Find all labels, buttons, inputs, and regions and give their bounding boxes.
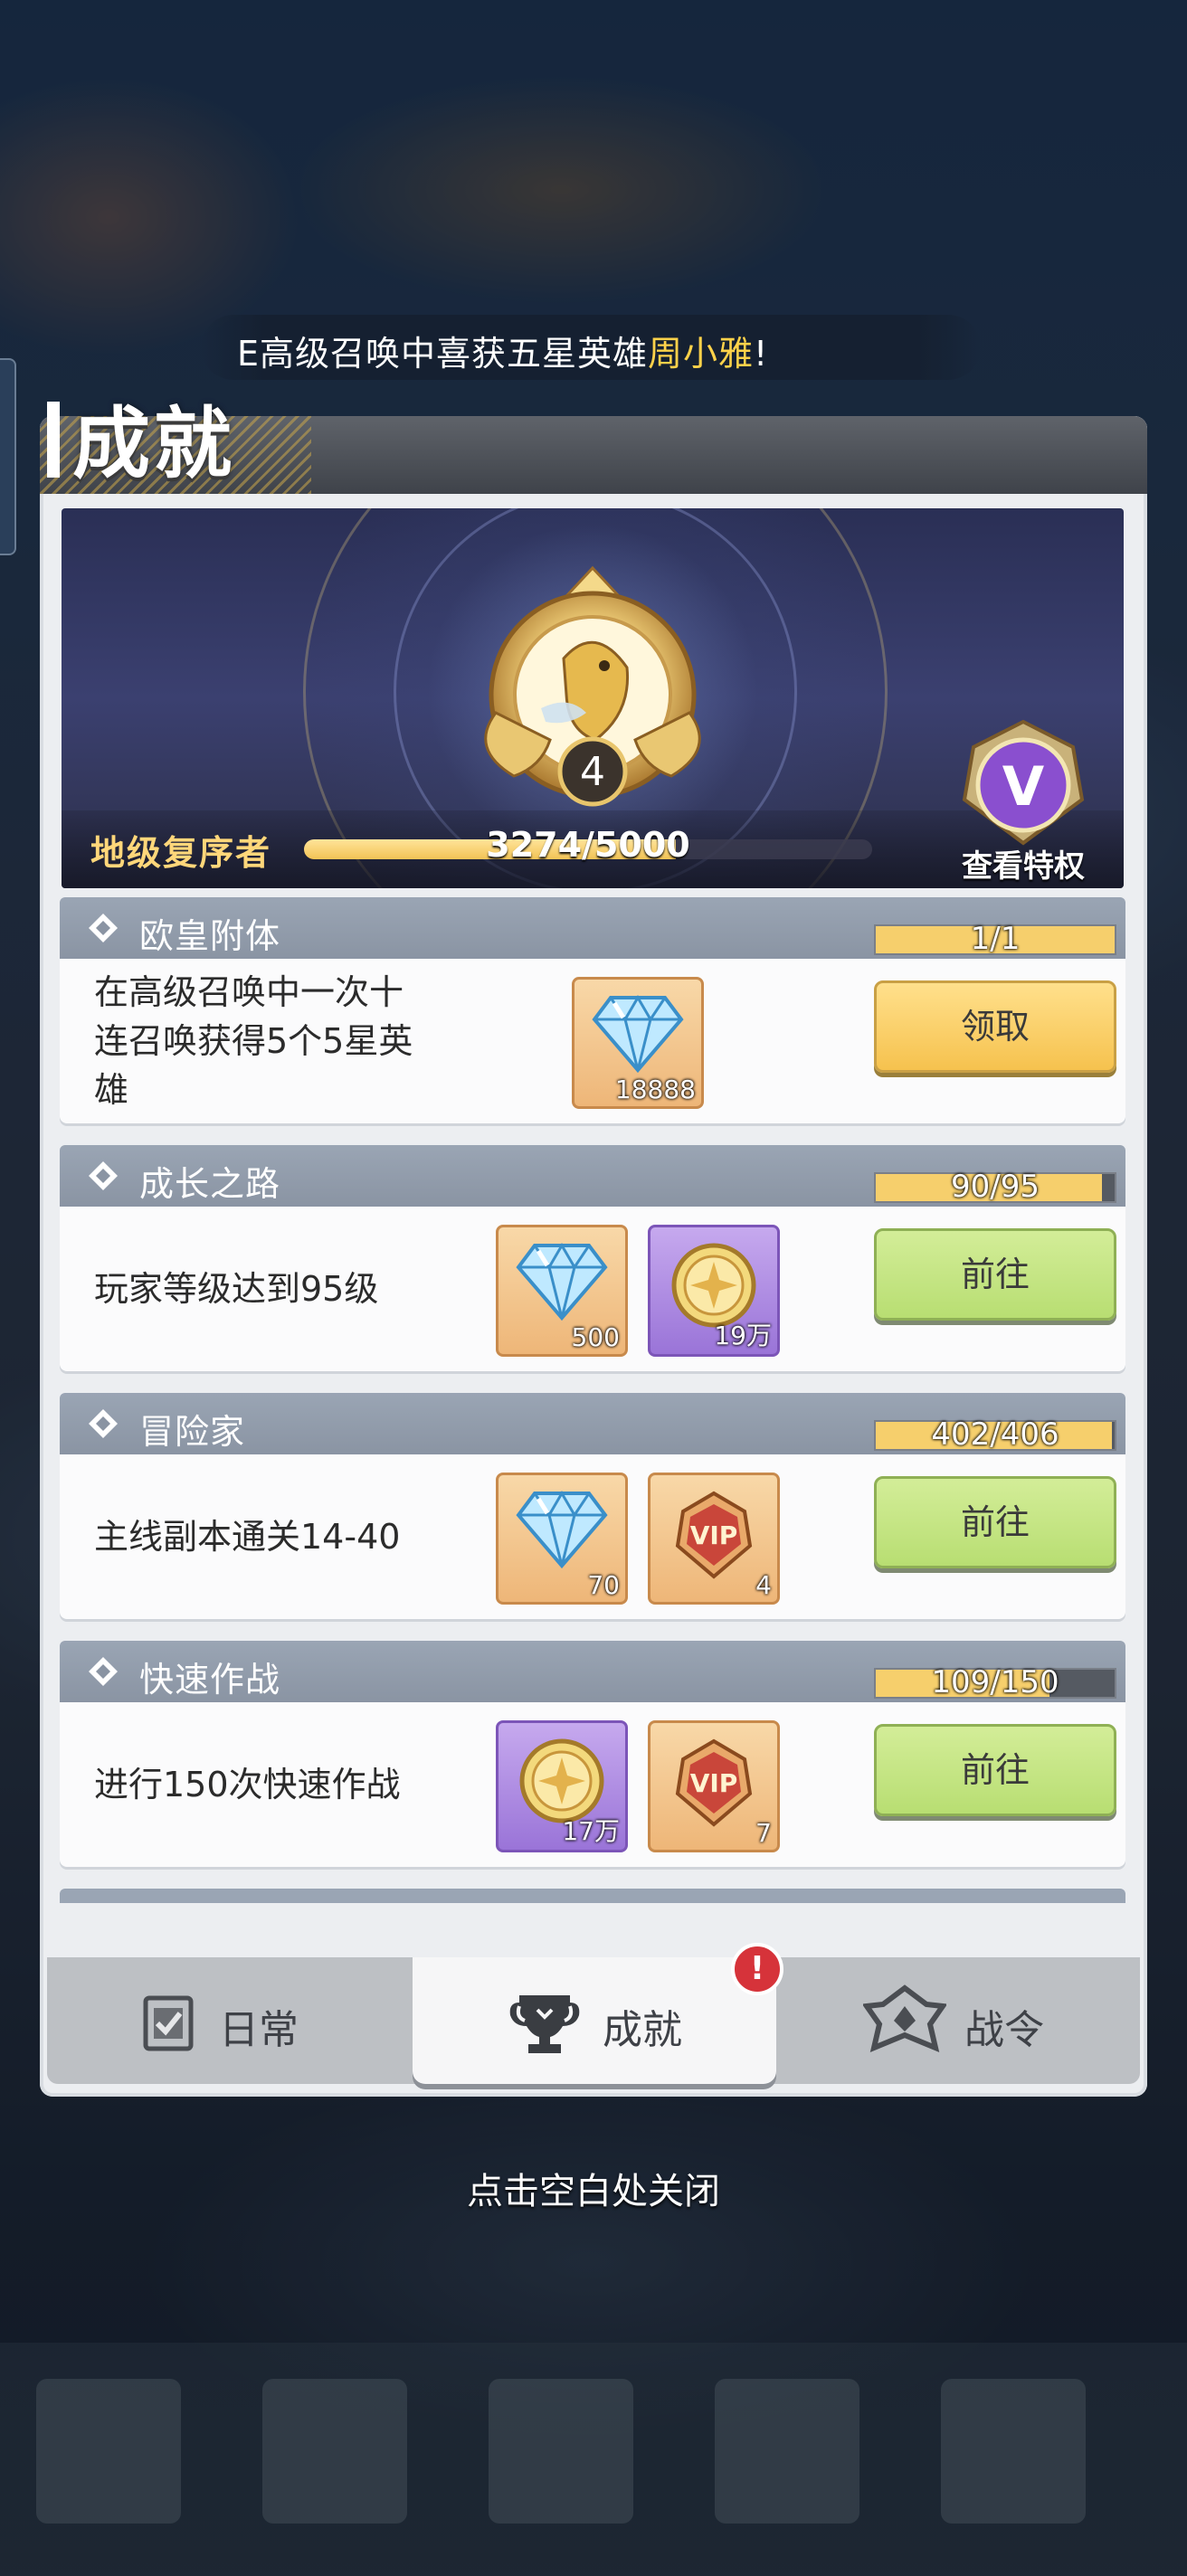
rank-medal-icon: 4 [484,565,701,807]
checklist-icon [143,1995,194,2051]
achievement-category-name: 冒险家 [139,1412,246,1452]
tab-battle-pass-label: 战令 [964,2007,1044,2053]
reward-slot[interactable]: VIP 7 [648,1720,780,1852]
tab-achievements[interactable]: 成就 [413,1957,776,2084]
broadcast-marquee: E高级召唤中喜获五星英雄周小雅! [201,315,981,380]
reward-count: 19万 [714,1321,772,1350]
achievement-description: 在高级召唤中一次十 连召唤获得5个5星英雄 [94,968,413,1114]
achievement-item: 快速作战进行150次快速作战 17万 VIP 7 109/150 前往 [60,1641,1125,1872]
hud-slot [36,2379,181,2524]
go-button[interactable]: 前往 [874,1476,1116,1568]
vip-letter: V [1002,755,1045,819]
rank-name: 地级复序者 [90,833,272,873]
go-button[interactable]: 前往 [874,1724,1116,1816]
achievement-rank-banner: 4 地级复序者 3274/5000 V 查看特权 [62,508,1124,888]
achievement-category-name: 成长之路 [139,1164,281,1204]
hud-slot [262,2379,407,2524]
tab-achievements-label: 成就 [603,2007,682,2053]
vip-badge-icon: VIP [675,1491,753,1579]
hud-slot [489,2379,633,2524]
achievement-description-line: 连召唤获得5个5星英 [94,1021,413,1061]
diamond-icon [516,1491,608,1569]
vip-badge-icon: VIP [675,1738,753,1827]
tab-battle-pass[interactable]: 战令 [780,1957,1140,2084]
achievement-progress-text: 90/95 [951,1169,1040,1205]
hud-slot [941,2379,1086,2524]
title-bar-decoration [47,402,60,478]
reward-count: 17万 [562,1816,620,1846]
view-privileges-label: 查看特权 [962,848,1085,885]
achievement-body: 进行150次快速作战 17万 VIP 7 109/150 前往 [60,1664,1125,1867]
achievement-description: 主线副本通关14-40 [94,1512,400,1561]
reward-slot[interactable]: 19万 [648,1225,780,1357]
reward-slot[interactable]: 70 [496,1473,628,1605]
svg-text:VIP: VIP [690,1520,738,1550]
broadcast-text: E高级召唤中喜获五星英雄周小雅! [237,326,768,375]
reward-count: 4 [755,1570,772,1600]
reward-slot[interactable]: 17万 [496,1720,628,1852]
achievement-progress-text: 109/150 [931,1664,1059,1700]
panel-title: 成就 [47,380,235,489]
achievement-progress-text: 402/406 [931,1416,1059,1453]
achievement-progress-text: 1/1 [970,921,1021,957]
reward-count: 18888 [614,1075,696,1104]
trophy-icon [509,1995,580,2053]
achievement-description: 玩家等级达到95级 [94,1264,378,1313]
achievement-progress-bar: 109/150 [874,1664,1116,1700]
bottom-tab-bar: 日常 成就 战令 [47,1957,1140,2084]
achievement-description-line: 玩家等级达到95级 [94,1269,379,1309]
view-privileges-button[interactable]: V 查看特权 [937,716,1109,885]
achievement-list[interactable]: 欧皇附体 在高级召唤中一次十 连召唤获得5个5星英雄 18888 1/1 领取 成长之路 玩家… [60,897,1125,1903]
category-diamond-icon [89,1409,118,1438]
category-diamond-icon [89,1657,118,1686]
achievement-body: 在高级召唤中一次十 连召唤获得5个5星英雄 18888 1/1 领取 [60,921,1125,1123]
broadcast-suffix: ! [754,334,769,374]
diamond-icon [516,1243,608,1321]
reward-slot[interactable]: 18888 [572,977,704,1109]
achievement-description: 进行150次快速作战 [94,1760,401,1809]
go-button[interactable]: 前往 [874,1228,1116,1321]
category-diamond-icon [89,1161,118,1190]
svg-text:VIP: VIP [690,1768,738,1798]
panel-title-text: 成就 [72,399,235,489]
achievement-item: 欧皇附体在高级召唤中一次十 连召唤获得5个5星英雄 18888 1/1 领取 [60,897,1125,1129]
reward-count: 7 [755,1818,772,1848]
close-hint[interactable]: 点击空白处关闭 [0,2162,1187,2214]
diamond-icon [592,995,684,1074]
achievement-notification-badge: ! [731,1943,783,1995]
reward-count: 500 [571,1322,620,1352]
achievement-description-line: 主线副本通关14-40 [94,1517,401,1557]
achievement-progress-bar: 402/406 [874,1416,1116,1453]
reward-slot[interactable]: VIP 4 [648,1473,780,1605]
broadcast-prefix: E高级召唤中喜获五星英雄 [237,334,649,374]
achievement-description-line: 雄 [94,1070,129,1110]
tab-daily[interactable]: 日常 [47,1957,409,2084]
achievement-category-name: 欧皇附体 [139,916,281,956]
vip-crest-icon: V [962,719,1085,846]
achievement-progress-bar: 90/95 [874,1169,1116,1205]
hud-slot [715,2379,859,2524]
rank-level-number: 4 [580,749,605,795]
achievement-item: 成长之路玩家等级达到95级 500 19万 90/95 前往 [60,1145,1125,1377]
achievement-body: 玩家等级达到95级 500 19万 90/95 前往 [60,1169,1125,1371]
claim-button[interactable]: 领取 [874,980,1116,1073]
reward-count: 70 [587,1570,620,1600]
achievement-item: 冒险家主线副本通关14-40 70 VIP 4 402/406 前往 [60,1393,1125,1624]
achievement-description-line: 在高级召唤中一次十 [94,972,404,1012]
next-category-header-peek [60,1889,1125,1903]
battle-pass-icon [863,1984,946,2052]
category-diamond-icon [89,914,118,942]
reward-slot[interactable]: 500 [496,1225,628,1357]
background-bottom-hud [0,2343,1187,2576]
exp-progress-text: 3274/5000 [486,825,690,865]
achievement-description-line: 进行150次快速作战 [94,1765,401,1804]
achievement-progress-bar: 1/1 [874,921,1116,957]
left-edge-tab [0,358,16,555]
tab-daily-label: 日常 [219,2007,299,2053]
achievement-body: 主线副本通关14-40 70 VIP 4 402/406 前往 [60,1416,1125,1619]
achievement-category-name: 快速作战 [139,1660,281,1700]
broadcast-hero-name: 周小雅 [648,334,755,374]
